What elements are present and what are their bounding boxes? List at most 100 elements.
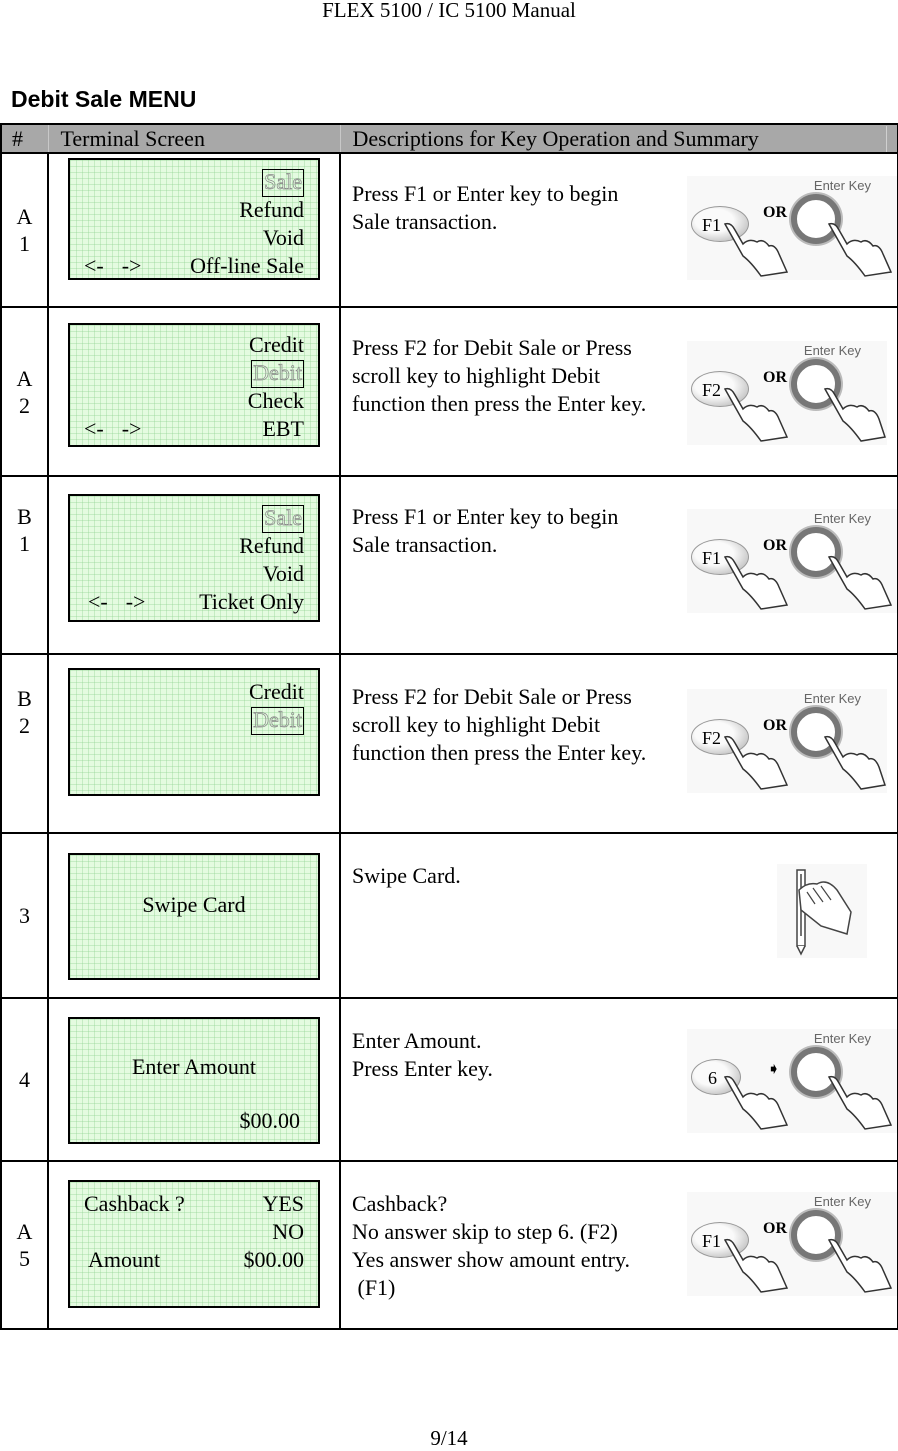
table-row: B1 Sale Refund Void <- -> Ticket Only Pre… — [0, 475, 898, 655]
enter-key-label: Enter Key — [813, 178, 871, 193]
table-row: A1 Sale Refund Void <- -> Off-line Sale P… — [0, 152, 898, 308]
cashback-prompt: Cashback ? — [84, 1191, 185, 1216]
terminal-screen-cell: Sale Refund Void <- -> Off-line Sale — [47, 152, 341, 308]
terminal-screen-cell: Credit Debit Check <- -> EBT — [47, 306, 341, 477]
card-swipe-hand-icon — [777, 864, 867, 958]
lcd-line: Refund — [239, 197, 304, 222]
pressing-hand-icon — [827, 1075, 893, 1130]
description-cell: Press F2 for Debit Sale or Press scroll … — [339, 653, 898, 834]
description-cell: Swipe Card. — [339, 832, 898, 999]
keypad-illustration: Enter Key F2 OR — [687, 689, 887, 793]
header-terminal-screen: Terminal Screen — [47, 123, 341, 154]
description-cell: Press F1 or Enter key to begin Sale tran… — [339, 475, 898, 655]
keypad-illustration: Enter Key F2 OR — [687, 341, 887, 445]
lcd-line: Credit — [249, 679, 304, 704]
lcd-line: EBT — [262, 416, 304, 441]
lcd-screen: Cashback ? YES NO Amount $00.00 — [68, 1180, 320, 1308]
lcd-screen: Swipe Card — [68, 853, 320, 980]
description-text: Cashback? No answer skip to step 6. (F2)… — [352, 1191, 631, 1300]
nav-left: <- — [84, 416, 104, 441]
terminal-screen-cell: Cashback ? YES NO Amount $00.00 — [47, 1160, 341, 1330]
lcd-line: Off-line Sale — [190, 253, 304, 278]
lcd-screen: Sale Refund Void <- -> Ticket Only — [68, 494, 320, 622]
keypad-illustration: Enter Key F1 OR — [687, 1192, 897, 1296]
description-cell: Enter Amount. Press Enter key. Enter Key… — [339, 997, 898, 1162]
pressing-hand-icon — [723, 1075, 789, 1130]
debit-sale-menu-table: # Terminal Screen Descriptions for Key O… — [0, 123, 898, 1330]
header-num: # — [0, 123, 49, 154]
terminal-screen-cell: Sale Refund Void <- -> Ticket Only — [47, 475, 341, 655]
lcd-screen: Enter Amount $00.00 — [68, 1017, 320, 1144]
step-number: B1 — [0, 475, 49, 655]
lcd-line: Credit — [249, 332, 304, 357]
description-cell: Press F1 or Enter key to begin Sale tran… — [339, 152, 898, 308]
step-number: A2 — [0, 306, 49, 477]
lcd-line: Void — [262, 561, 304, 586]
section-title: Debit Sale MENU — [11, 86, 197, 112]
header-description: Descriptions for Key Operation and Summa… — [339, 123, 898, 154]
no-option: NO — [272, 1219, 304, 1244]
amount-display: $00.00 — [239, 1108, 301, 1133]
enter-key-label: Enter Key — [813, 511, 871, 526]
lcd-line: Void — [262, 225, 304, 250]
header-description-label: Descriptions for Key Operation and Summa… — [352, 125, 759, 151]
step-number: 4 — [0, 997, 49, 1162]
enter-key-label: Enter Key — [813, 1031, 871, 1046]
description-text: Press F1 or Enter key to begin Sale tran… — [352, 181, 619, 234]
lcd-line: Swipe Card — [142, 892, 246, 917]
table-row: 3 Swipe Card Swipe Card. — [0, 832, 898, 999]
step-number: B2 — [0, 653, 49, 834]
terminal-screen-cell: Credit Debit — [47, 653, 341, 834]
table-row: 4 Enter Amount $00.00 Enter Amount. Pres… — [0, 997, 898, 1162]
table-row: B2 Credit Debit Press F2 for Debit Sale … — [0, 653, 898, 834]
pressing-hand-icon — [723, 735, 789, 790]
amount-label: Amount — [88, 1247, 161, 1272]
lcd-line: Refund — [239, 533, 304, 558]
description-cell: Cashback? No answer skip to step 6. (F2)… — [339, 1160, 898, 1330]
lcd-screen: Credit Debit — [68, 668, 320, 796]
pressing-hand-icon — [723, 387, 789, 442]
enter-key-label: Enter Key — [813, 1194, 871, 1209]
page-number: 9/14 — [430, 1426, 468, 1450]
description-text: Swipe Card. — [352, 863, 461, 888]
description-text: Press F2 for Debit Sale or Press scroll … — [352, 335, 647, 416]
description-text: Press F1 or Enter key to begin Sale tran… — [352, 504, 619, 557]
lcd-line: Ticket Only — [199, 589, 304, 614]
highlighted-option: Sale — [262, 505, 304, 533]
yes-option: YES — [262, 1191, 304, 1216]
pressing-hand-icon — [723, 222, 789, 277]
nav-right: -> — [125, 589, 146, 614]
highlighted-option: Sale — [262, 169, 304, 197]
nav-right: -> — [121, 253, 142, 278]
pressing-hand-icon — [823, 387, 886, 442]
page-header: FLEX 5100 / IC 5100 Manual — [322, 0, 576, 22]
enter-key-label: Enter Key — [803, 343, 861, 358]
pressing-hand-icon — [827, 222, 893, 277]
nav-left: <- — [88, 589, 108, 614]
terminal-screen-cell: Swipe Card — [47, 832, 341, 999]
description-text: Press F2 for Debit Sale or Press scroll … — [352, 684, 647, 765]
pressing-hand-icon — [723, 1238, 789, 1293]
step-number: A1 — [0, 152, 49, 308]
step-number: A5 — [0, 1160, 49, 1330]
lcd-line: Enter Amount — [131, 1054, 257, 1079]
pressing-hand-icon — [823, 735, 886, 790]
lcd-line: Check — [247, 388, 304, 413]
table-row: A2 Credit Debit Check <- -> EBT Press F2 … — [0, 306, 898, 477]
table-header-row: # Terminal Screen Descriptions for Key O… — [0, 123, 898, 154]
keypad-illustration: Enter Key 6 ➧ — [687, 1029, 897, 1133]
amount-display: $00.00 — [243, 1247, 305, 1272]
enter-key-label: Enter Key — [803, 691, 861, 706]
lcd-screen: Credit Debit Check <- -> EBT — [68, 323, 320, 447]
highlighted-option: Debit — [251, 707, 304, 735]
pressing-hand-icon — [723, 555, 789, 610]
pressing-hand-icon — [827, 555, 893, 610]
description-text: Enter Amount. Press Enter key. — [352, 1028, 493, 1081]
highlighted-option: Debit — [251, 360, 304, 388]
keypad-illustration: Enter Key F1 OR — [687, 176, 897, 280]
nav-left: <- — [84, 253, 104, 278]
lcd-screen: Sale Refund Void <- -> Off-line Sale — [68, 158, 320, 280]
nav-right: -> — [121, 416, 142, 441]
description-cell: Press F2 for Debit Sale or Press scroll … — [339, 306, 898, 477]
pressing-hand-icon — [827, 1238, 893, 1293]
